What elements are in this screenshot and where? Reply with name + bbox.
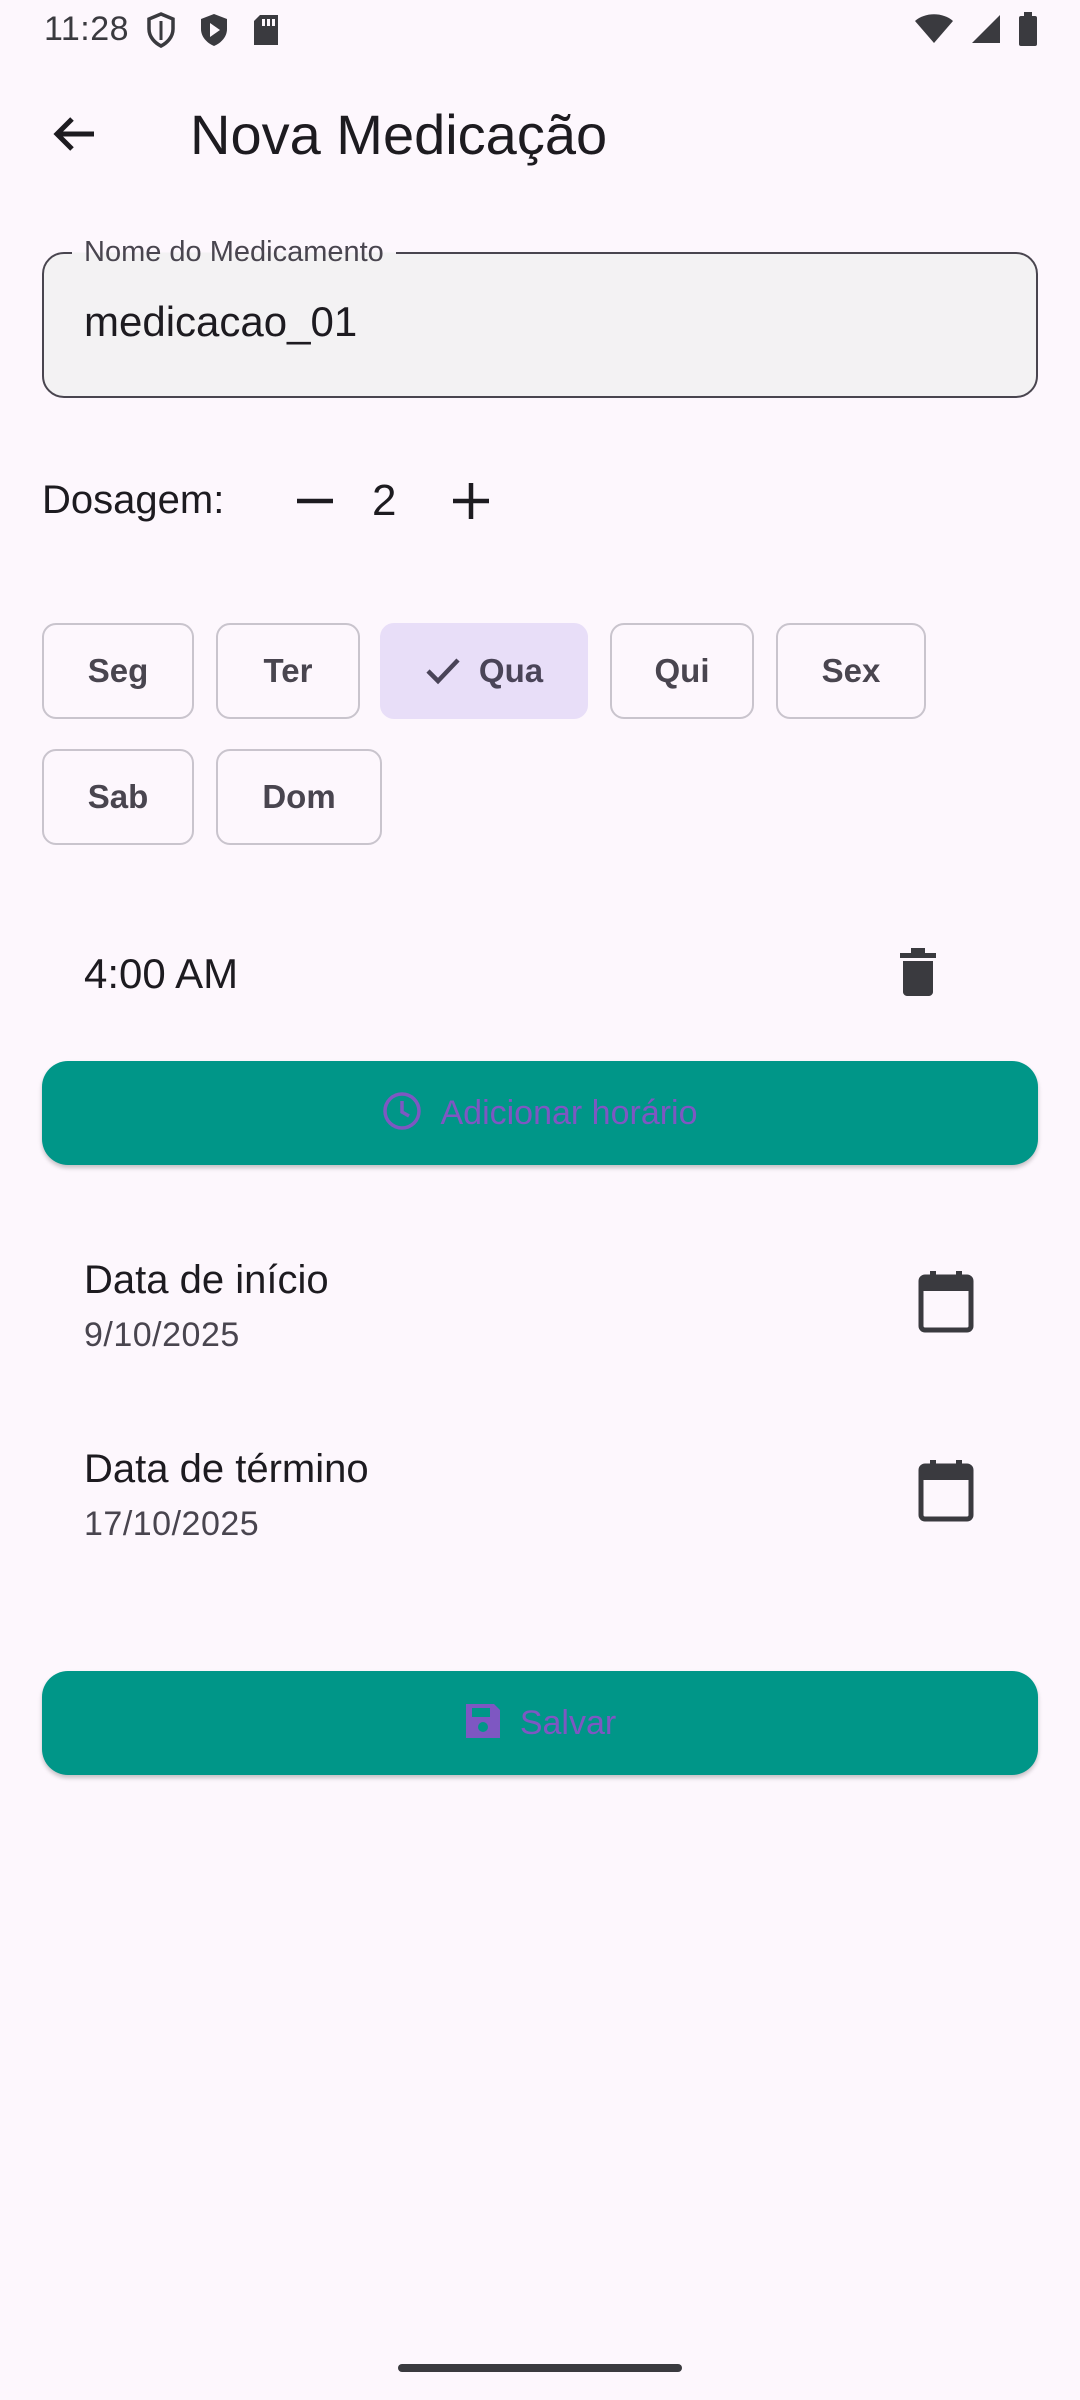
app-bar: Nova Medicação	[0, 70, 1080, 200]
end-date-value: 17/10/2025	[84, 1505, 260, 1543]
delete-time-button[interactable]	[882, 938, 954, 1010]
dosage-decrement-button[interactable]	[282, 470, 348, 536]
dosage-value: 2	[372, 476, 397, 525]
signal-icon	[970, 13, 1002, 50]
day-chip-ter[interactable]: Ter	[216, 623, 360, 719]
status-icons-right	[914, 12, 1038, 51]
end-date-label: Data de término	[84, 1447, 369, 1491]
day-chip-label: Seg	[87, 652, 149, 689]
day-chip-seg[interactable]: Seg	[42, 623, 194, 719]
calendar-icon	[912, 1268, 980, 1336]
sd-card-icon	[252, 13, 280, 52]
start-date-label: Data de início	[84, 1258, 329, 1302]
dosage-increment-button[interactable]	[438, 470, 504, 536]
schedule-time-row: 4:00 AM	[42, 930, 1038, 1020]
wifi-icon	[914, 13, 954, 50]
day-chip-label: Dom	[262, 778, 336, 815]
day-chip-qui[interactable]: Qui	[610, 623, 754, 719]
add-time-label: Adicionar horário	[440, 1093, 698, 1132]
day-chip-label: Qui	[654, 652, 710, 689]
calendar-icon	[912, 1457, 980, 1525]
shield-icon	[146, 12, 176, 53]
start-date-row[interactable]: Data de início 9/10/2025	[42, 1258, 1038, 1398]
page-title: Nova Medicação	[190, 103, 608, 166]
back-button[interactable]	[38, 100, 110, 172]
save-icon	[464, 1702, 502, 1745]
clock-icon	[382, 1091, 422, 1136]
day-chip-label: Ter	[263, 652, 313, 689]
play-protect-icon	[198, 12, 230, 53]
add-time-button[interactable]: Adicionar horário	[42, 1061, 1038, 1165]
battery-icon	[1018, 12, 1038, 51]
dosage-label: Dosagem:	[42, 478, 225, 522]
status-icons-left	[146, 12, 280, 53]
save-button[interactable]: Salvar	[42, 1671, 1038, 1775]
medication-name-label: Nome do Medicamento	[72, 236, 396, 269]
day-chip-sex[interactable]: Sex	[776, 623, 926, 719]
save-button-label: Salvar	[519, 1703, 617, 1742]
gesture-nav-handle[interactable]	[398, 2364, 682, 2372]
dosage-row: Dosagem: 2	[42, 470, 742, 536]
day-chip-label: Sab	[87, 778, 149, 815]
day-chip-qua[interactable]: Qua	[380, 623, 588, 719]
status-time: 11:28	[44, 10, 130, 48]
day-chip-label: Qua	[478, 652, 544, 689]
status-bar: 11:28	[0, 0, 1080, 64]
end-date-row[interactable]: Data de término 17/10/2025	[42, 1447, 1038, 1587]
trash-icon	[898, 947, 938, 1001]
start-date-value: 9/10/2025	[84, 1316, 240, 1354]
day-chip-label: Sex	[821, 652, 881, 689]
minus-icon	[295, 481, 335, 526]
plus-icon	[451, 481, 491, 526]
screen: 11:28 Nova Medicação Nome do Medicamento…	[0, 0, 1080, 2400]
medication-name-input[interactable]: medicacao_01	[84, 298, 357, 346]
arrow-back-icon	[50, 110, 98, 163]
day-chip-dom[interactable]: Dom	[216, 749, 382, 845]
check-icon	[425, 656, 461, 686]
day-chip-sab[interactable]: Sab	[42, 749, 194, 845]
schedule-time: 4:00 AM	[84, 950, 239, 997]
